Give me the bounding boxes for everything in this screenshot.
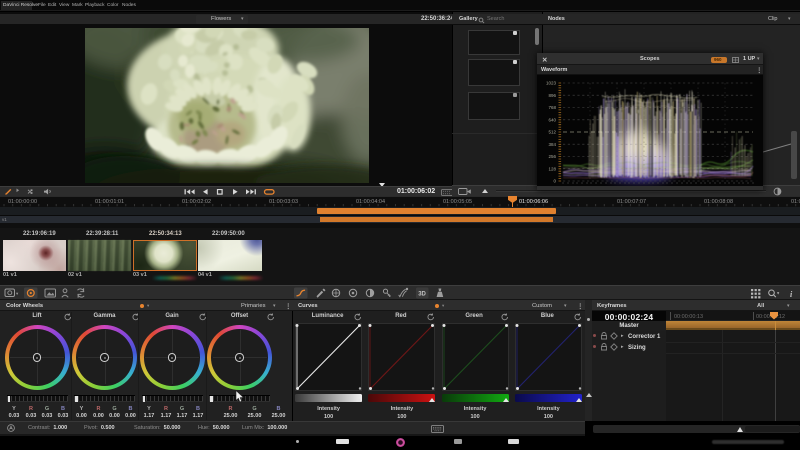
svg-text:384: 384: [548, 142, 556, 147]
svg-text:256: 256: [548, 154, 556, 159]
svg-text:i: i: [790, 290, 793, 299]
svg-text:▾: ▾: [777, 290, 780, 295]
svg-text:768: 768: [548, 105, 556, 110]
svg-text:896: 896: [548, 93, 556, 98]
svg-text:1023: 1023: [546, 81, 557, 86]
svg-text:512: 512: [548, 130, 556, 135]
svg-text:640: 640: [548, 117, 556, 122]
svg-text:128: 128: [548, 166, 556, 171]
svg-text:3D: 3D: [418, 291, 426, 297]
svg-text:▾: ▾: [16, 291, 19, 296]
